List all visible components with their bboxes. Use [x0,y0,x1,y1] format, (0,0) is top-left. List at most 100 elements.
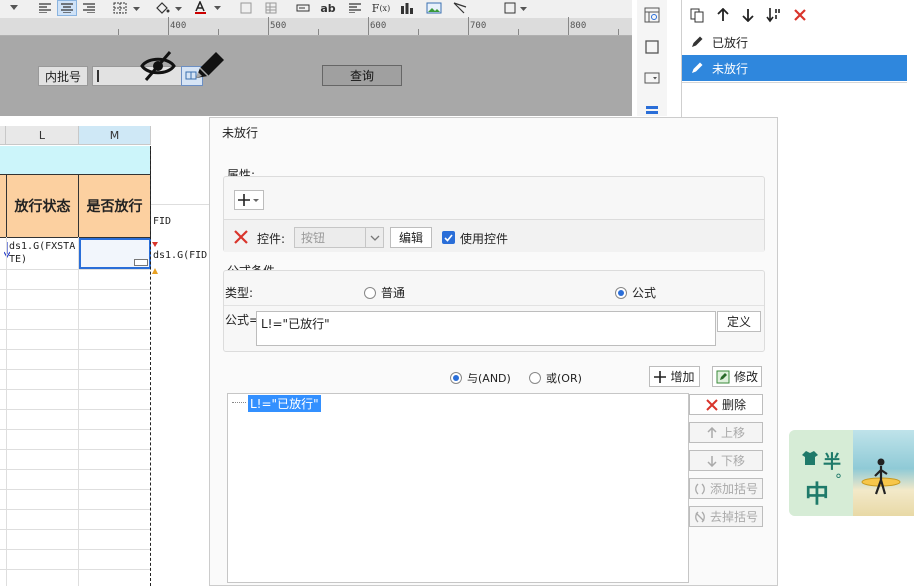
delete-button[interactable]: 删除 [689,394,763,415]
formula-condition-group: 类型: 普通 公式 公式= L!="已放行" 定义 [223,270,765,352]
condition-attribute-icon[interactable] [642,98,662,118]
cell-attribute-icon[interactable] [642,5,662,25]
modify-icon [716,370,730,383]
row-line [0,509,151,510]
ad-text: 中 [805,480,829,508]
control-label: 控件: [257,232,286,246]
copy-icon[interactable] [688,6,706,24]
add-condition-button[interactable]: 增加 [649,366,700,387]
type-radio-formula[interactable]: 公式 [615,284,656,301]
align-center-icon[interactable] [57,0,77,16]
pencil-icon[interactable] [192,50,226,85]
slash-icon[interactable] [450,0,470,16]
control-attribute-row: 控件: 按钮 编辑 使用控件 [224,219,764,252]
condition-tree[interactable]: L!="已放行" [227,393,689,583]
align-right-icon[interactable] [80,0,98,16]
remove-attribute-icon[interactable] [233,229,249,248]
border-icon[interactable] [110,0,144,16]
paragraph-icon[interactable] [346,0,364,16]
move-bottom-icon[interactable] [765,6,783,24]
ruler-tick [268,17,269,35]
formula-input[interactable]: L!="已放行" [256,311,716,346]
define-button[interactable]: 定义 [717,311,761,332]
column-header-m[interactable]: M [79,126,151,145]
condition-item-selected[interactable]: 未放行 [682,55,907,81]
ruler-tick [168,17,169,35]
ruler-tick [568,17,569,35]
column-header-l[interactable]: L [6,126,79,145]
font-color-icon[interactable] [192,0,224,16]
logic-radio-and[interactable]: 与(AND) [450,370,511,386]
modify-condition-button[interactable]: 修改 [712,366,762,387]
fill-color-icon[interactable] [152,0,186,16]
floating-ad[interactable]: 半 中 ° [789,430,914,516]
arrow-up-icon[interactable] [714,6,732,24]
radio-label: 或(OR) [546,372,582,385]
eye-slash-icon[interactable] [140,50,176,85]
table-icon[interactable] [262,0,280,16]
row-line [0,549,151,550]
delete-icon[interactable] [791,6,809,24]
surfer-icon [861,456,901,505]
selected-cell[interactable] [79,238,151,269]
side-icon-strip [637,0,667,116]
parameter-pane: 内批号 查询 [0,36,632,116]
add-attribute-button[interactable] [234,190,264,210]
control-type-select[interactable]: 按钮 [294,227,384,248]
combo-widget-icon[interactable] [642,68,662,88]
edit-button[interactable]: 编辑 [390,227,432,248]
data-cell-status[interactable]: ds1.G(FXSTA TE) [9,240,79,266]
arrow-down-icon[interactable] [739,6,757,24]
chevron-down-icon [365,228,383,247]
bracket-icon [695,483,705,494]
widget-frame-icon[interactable] [642,37,662,57]
tree-connector [232,402,246,403]
button-label: 上移 [720,426,745,440]
remove-bracket-button[interactable]: 去掉括号 [689,506,763,527]
title-row-cell[interactable] [0,146,151,174]
row-line [0,329,151,330]
ruler-tick [468,17,469,35]
data-cell-fid[interactable]: ds1.G(FID [153,249,207,262]
query-button[interactable]: 查询 [322,65,402,86]
row-line [0,289,151,290]
condition-item-label: 已放行 [712,35,749,50]
corner-marker-icon [152,263,158,277]
bar-chart-icon[interactable] [398,0,416,16]
text-icon[interactable]: ab [318,0,338,16]
formula-icon[interactable]: F (x) [370,0,392,16]
button-label: 修改 [733,370,758,384]
ruler-tick [318,29,319,35]
dialog-title: 未放行 [222,126,259,140]
ruler-mark: 800 [570,21,587,31]
list-separator [682,82,907,83]
arrow-up-icon [707,426,717,438]
page-break-line [150,146,151,586]
type-radio-normal[interactable]: 普通 [364,284,405,301]
condition-item-label: 未放行 [712,61,749,76]
border-style-icon[interactable] [502,0,530,16]
ruler-mark: 700 [470,21,487,31]
radio-circle [529,372,541,384]
shirt-icon [801,450,819,469]
button-label: 增加 [670,370,695,384]
condition-item[interactable]: 已放行 [682,29,907,55]
format-toolbar: ab F (x) [0,0,632,18]
format-cell-icon[interactable] [238,0,254,16]
logic-radio-or[interactable]: 或(OR) [529,370,582,386]
text-field-icon[interactable] [294,0,312,16]
condition-tree-item[interactable]: L!="已放行" [248,395,321,412]
dropdown-arrow-icon[interactable] [4,0,24,16]
image-icon[interactable] [424,0,444,16]
attributes-group: 控件: 按钮 编辑 使用控件 [223,176,765,252]
add-bracket-button[interactable]: 添加括号 [689,478,763,499]
align-left-icon[interactable] [36,0,54,16]
header-cell-released[interactable]: 是否放行 [79,175,150,237]
radio-circle [450,372,462,384]
ad-text: ° [835,472,842,488]
row-line [0,529,151,530]
move-down-button[interactable]: 下移 [689,450,763,471]
move-up-button[interactable]: 上移 [689,422,763,443]
use-control-checkbox[interactable] [442,231,455,244]
header-cell-status[interactable]: 放行状态 [7,175,78,237]
